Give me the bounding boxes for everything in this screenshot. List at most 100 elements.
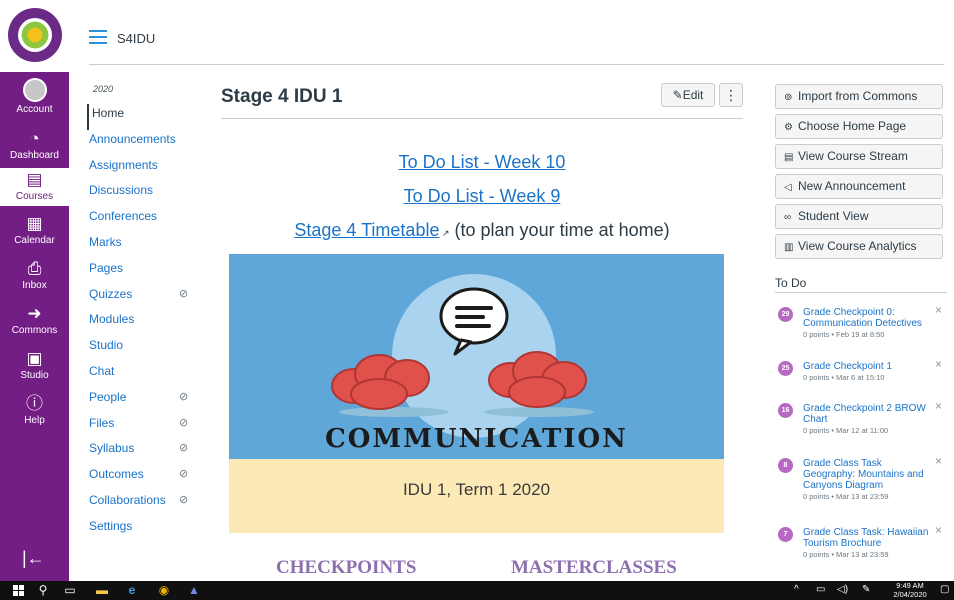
dismiss-icon[interactable]: × [935, 303, 942, 317]
edge-browser-icon[interactable]: e [124, 583, 140, 598]
task-view-icon[interactable]: ▭ [62, 583, 78, 598]
notifications-icon[interactable]: ▢ [940, 584, 949, 595]
link-line-timetable: Stage 4 Timetable ↗ (to plan your time a… [294, 220, 670, 240]
import-from-commons-button[interactable]: ⊚ Import from Commons [775, 84, 943, 109]
todo-meta: 0 points • Mar 6 at 15:10 [803, 373, 885, 382]
global-nav-courses[interactable]: ▤ Courses [0, 168, 69, 206]
global-nav: Account ◔ Dashboard ▤ Courses ▦ Calendar… [0, 0, 69, 581]
global-nav-inbox[interactable]: ⎙ Inbox [0, 259, 69, 292]
masterclasses-heading: MASTERCLASSES [511, 557, 677, 578]
dismiss-icon[interactable]: × [935, 454, 942, 468]
todo-week10-link[interactable]: To Do List - Week 10 [399, 152, 566, 172]
todo-meta: 0 points • Feb 19 at 8:50 [803, 330, 885, 339]
todo-week9-link[interactable]: To Do List - Week 9 [404, 186, 561, 206]
global-nav-commons[interactable]: ➜ Commons [0, 304, 69, 337]
global-nav-account[interactable]: Account [0, 78, 69, 115]
hidden-eye-icon: ⊘ [179, 390, 189, 403]
commons-icon: ➜ [27, 304, 42, 323]
dismiss-icon[interactable]: × [935, 399, 942, 413]
chrome-browser-icon[interactable]: ◉ [156, 583, 172, 598]
more-options-button[interactable]: ⋮ [719, 83, 743, 107]
pen-icon[interactable]: ✎ [862, 584, 870, 595]
account-avatar [22, 78, 47, 102]
course-nav-chat[interactable]: Chat [89, 362, 204, 388]
gear-icon: ⚙ [784, 122, 793, 133]
todo-divider [775, 292, 947, 293]
todo-link[interactable]: Grade Class Task: Hawaiian Tourism Broch… [803, 527, 928, 549]
choose-home-page-button[interactable]: ⚙ Choose Home Page [775, 114, 943, 139]
collapse-nav-icon[interactable]: |← [22, 548, 45, 569]
timetable-link[interactable]: Stage 4 Timetable [294, 220, 439, 240]
todo-count-badge: 16 [778, 403, 793, 418]
course-nav-modules[interactable]: Modules [89, 310, 204, 336]
analytics-icon: ▥ [784, 242, 794, 253]
dashboard-gauge-icon: ◔ [29, 129, 40, 148]
course-nav-studio[interactable]: Studio [89, 336, 204, 362]
todo-link[interactable]: Grade Checkpoint 2 BROW Chart [803, 403, 926, 425]
global-nav-help[interactable]: ⓘ Help [0, 394, 69, 427]
course-nav-conferences[interactable]: Conferences [89, 207, 204, 233]
todo-meta: 0 points • Mar 13 at 23:59 [803, 492, 889, 501]
global-nav-calendar[interactable]: ▦ Calendar [0, 214, 69, 247]
course-nav-people[interactable]: People ⊘ [89, 388, 204, 414]
course-nav-home[interactable]: Home [87, 104, 204, 130]
windows-start-icon[interactable] [13, 585, 24, 596]
communication-banner: COMMUNICATION IDU 1, Term 1 2020 [229, 254, 724, 533]
dismiss-icon[interactable]: × [935, 357, 942, 371]
course-nav-files[interactable]: Files ⊘ [89, 414, 204, 440]
chevron-up-icon[interactable]: ^ [794, 584, 799, 595]
calendar-icon: ▦ [26, 214, 43, 233]
teams-icon[interactable]: ▲ [186, 583, 202, 598]
todo-count-badge: 8 [778, 458, 793, 473]
search-icon[interactable]: ⚲ [35, 583, 51, 598]
studio-icon: ▣ [26, 349, 43, 368]
courses-book-icon: ▤ [26, 170, 43, 189]
battery-icon[interactable]: ▭ [816, 584, 825, 595]
breadcrumb[interactable]: S4IDU [117, 31, 155, 46]
hidden-eye-icon: ⊘ [179, 287, 189, 300]
course-nav-assignments[interactable]: Assignments [89, 156, 204, 182]
page-title: Stage 4 IDU 1 [221, 86, 343, 107]
hidden-eye-icon: ⊘ [179, 468, 189, 481]
todo-meta: 0 points • Mar 12 at 11:00 [803, 426, 889, 435]
link-line-week10: To Do List - Week 10 [221, 152, 743, 173]
course-nav-pages[interactable]: Pages [89, 259, 204, 285]
dismiss-icon[interactable]: × [935, 523, 942, 537]
todo-link[interactable]: Grade Checkpoint 0: Communication Detect… [803, 307, 922, 329]
system-clock[interactable]: 9:49 AM 2/04/2020 [890, 581, 930, 599]
banner-subheading: IDU 1, Term 1 2020 [402, 480, 551, 499]
file-explorer-icon[interactable]: ▬ [94, 583, 110, 598]
inbox-icon: ⎙ [27, 259, 42, 278]
institution-logo[interactable] [0, 0, 69, 72]
todo-count-badge: 25 [778, 361, 793, 376]
link-line-week9: To Do List - Week 9 [221, 186, 743, 207]
course-nav-announcements[interactable]: Announcements [89, 130, 204, 156]
global-nav-studio[interactable]: ▣ Studio [0, 349, 69, 382]
course-term: 2020 [93, 84, 114, 94]
edit-button[interactable]: ✎Edit [661, 83, 715, 107]
todo-link[interactable]: Grade Checkpoint 1 [803, 361, 892, 372]
course-nav-discussions[interactable]: Discussions [89, 181, 204, 207]
hidden-eye-icon: ⊘ [179, 493, 189, 506]
new-announcement-button[interactable]: ◁ New Announcement [775, 174, 943, 199]
course-nav-syllabus[interactable]: Syllabus ⊘ [89, 439, 204, 465]
import-icon: ⊚ [784, 92, 793, 103]
header-divider [89, 64, 944, 65]
windows-taskbar: ⚲ ▭ ▬ e ◉ ▲ ^ ▭ ◁) ✎ 9:49 AM 2/04/2020 ▢ [0, 581, 954, 600]
course-nav-settings[interactable]: Settings [89, 517, 204, 543]
global-nav-dashboard[interactable]: ◔ Dashboard [0, 129, 69, 162]
course-nav-outcomes[interactable]: Outcomes ⊘ [89, 465, 204, 491]
todo-link[interactable]: Grade Class Task Geography: Mountains an… [803, 458, 924, 491]
external-link-icon: ↗ [439, 228, 450, 238]
banner-heading: COMMUNICATION [325, 424, 628, 454]
pencil-icon: ✎ [672, 88, 683, 102]
volume-icon[interactable]: ◁) [837, 584, 848, 595]
view-course-stream-button[interactable]: ▤ View Course Stream [775, 144, 943, 169]
help-icon: ⓘ [26, 394, 43, 413]
view-course-analytics-button[interactable]: ▥ View Course Analytics [775, 234, 943, 259]
course-nav-collaborations[interactable]: Collaborations ⊘ [89, 491, 204, 517]
course-nav-quizzes[interactable]: Quizzes ⊘ [89, 285, 204, 311]
course-menu-toggle-icon[interactable] [89, 30, 107, 44]
student-view-button[interactable]: ∞ Student View [775, 204, 943, 229]
course-nav-marks[interactable]: Marks [89, 233, 204, 259]
